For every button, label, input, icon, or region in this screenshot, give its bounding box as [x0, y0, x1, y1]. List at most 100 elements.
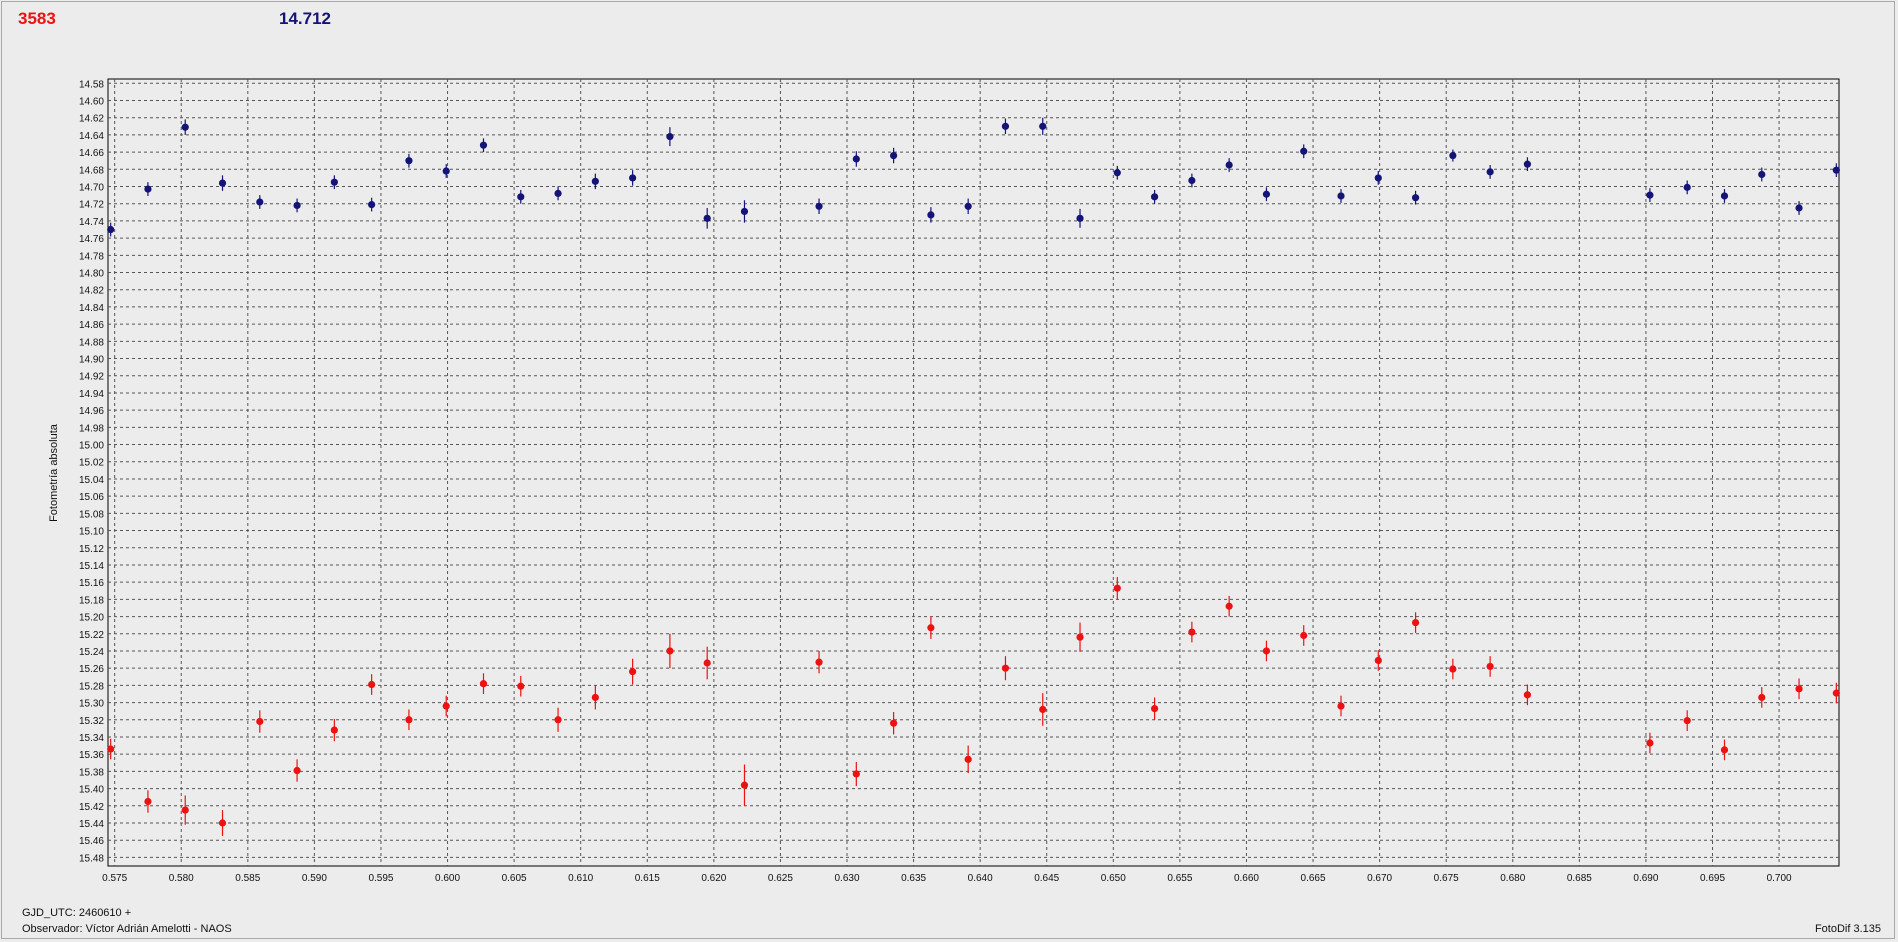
- red-data-point: [1449, 665, 1457, 673]
- x-tick-label: 0.700: [1767, 873, 1792, 884]
- x-tick-label: 0.670: [1367, 873, 1392, 884]
- red-data-point: [1795, 685, 1803, 693]
- x-tick-label: 0.585: [235, 873, 260, 884]
- red-data-point: [181, 806, 189, 814]
- y-tick-label: 15.32: [79, 716, 104, 727]
- red-data-point: [629, 668, 637, 676]
- y-tick-label: 14.72: [79, 200, 104, 211]
- blue-data-point: [330, 178, 338, 186]
- x-tick-label: 0.620: [701, 873, 726, 884]
- y-tick-label: 15.42: [79, 802, 104, 813]
- blue-data-point: [554, 189, 562, 197]
- red-data-point: [144, 797, 152, 806]
- y-tick-label: 14.82: [79, 286, 104, 297]
- y-tick-label: 14.68: [79, 165, 104, 176]
- red-data-point: [1225, 602, 1233, 610]
- blue-data-point: [181, 123, 189, 131]
- observer-label: Observador: Víctor Adrián Amelotti - NAO…: [22, 923, 232, 935]
- y-tick-label: 15.24: [79, 647, 104, 658]
- y-tick-label: 14.96: [79, 406, 104, 417]
- blue-data-point: [479, 141, 488, 149]
- blue-data-point: [890, 151, 898, 160]
- red-data-point: [1113, 584, 1121, 592]
- blue-data-point: [1832, 166, 1840, 174]
- blue-data-point: [144, 185, 152, 193]
- blue-data-point: [591, 177, 599, 185]
- red-data-point: [1150, 705, 1159, 713]
- y-tick-label: 14.80: [79, 269, 104, 280]
- y-tick-label: 15.12: [79, 544, 104, 555]
- x-tick-label: 0.655: [1167, 873, 1192, 884]
- x-tick-label: 0.595: [368, 873, 393, 884]
- blue-data-point: [1646, 191, 1654, 199]
- y-tick-label: 15.04: [79, 475, 104, 486]
- red-data-point: [442, 702, 450, 710]
- red-data-point: [1832, 689, 1840, 697]
- y-tick-label: 15.44: [79, 819, 104, 830]
- x-tick-label: 0.630: [834, 873, 859, 884]
- blue-data-point: [666, 133, 674, 141]
- red-data-point: [218, 819, 227, 827]
- gjd-label: GJD_UTC: 2460610 +: [22, 907, 132, 919]
- x-tick-label: 0.600: [435, 873, 460, 884]
- blue-data-point: [1225, 161, 1233, 169]
- blue-data-point: [405, 157, 413, 165]
- y-tick-label: 15.00: [79, 441, 104, 452]
- red-data-point: [256, 717, 264, 726]
- blue-data-point: [1486, 168, 1494, 176]
- y-tick-label: 15.20: [79, 613, 104, 624]
- red-data-point: [554, 716, 562, 724]
- y-tick-label: 15.30: [79, 699, 104, 710]
- y-tick-label: 14.58: [79, 79, 104, 90]
- blue-data-point: [1337, 192, 1345, 200]
- blue-data-point: [517, 193, 525, 201]
- red-data-point: [1374, 656, 1382, 665]
- blue-data-point: [1150, 193, 1159, 201]
- red-data-point: [1411, 618, 1420, 627]
- blue-data-point: [368, 200, 376, 209]
- red-data-point: [1683, 717, 1691, 725]
- red-data-point: [1646, 739, 1654, 747]
- blue-data-point: [1188, 176, 1196, 185]
- y-tick-label: 14.78: [79, 251, 104, 262]
- blue-data-point: [1411, 194, 1420, 202]
- photometry-chart: 14.58 14.60 14.62 14.64 14.66 14.68 14.70 14.72…: [48, 78, 1840, 884]
- red-data-point: [852, 770, 860, 778]
- x-tick-label: 0.690: [1633, 873, 1658, 884]
- x-tick-label: 0.590: [302, 873, 327, 884]
- blue-data-point: [852, 155, 860, 163]
- y-tick-label: 14.84: [79, 303, 104, 314]
- y-tick-label: 14.66: [79, 148, 104, 159]
- red-data-point: [368, 680, 376, 689]
- red-data-point: [1039, 705, 1047, 714]
- red-data-point: [1720, 746, 1729, 754]
- x-tick-label: 0.685: [1567, 873, 1592, 884]
- red-data-point: [666, 647, 674, 655]
- x-tick-label: 0.680: [1500, 873, 1525, 884]
- red-data-point: [1076, 633, 1084, 641]
- blue-data-point: [107, 225, 115, 234]
- blue-data-point: [703, 214, 711, 222]
- x-tick-label: 0.665: [1301, 873, 1326, 884]
- blue-data-point: [218, 179, 227, 187]
- blue-data-point: [1758, 170, 1766, 179]
- y-tick-label: 15.34: [79, 733, 104, 744]
- blue-data-point: [1300, 147, 1308, 155]
- red-data-point: [815, 658, 823, 666]
- red-data-point: [890, 719, 898, 727]
- y-tick-label: 14.64: [79, 131, 104, 142]
- version-label: FotoDif 3.135: [1814, 923, 1881, 935]
- y-tick-label: 15.10: [79, 527, 104, 538]
- blue-data-point: [629, 174, 637, 182]
- y-tick-label: 15.08: [79, 509, 104, 520]
- x-tick-label: 0.605: [502, 873, 527, 884]
- blue-data-point: [1113, 169, 1121, 177]
- blue-data-point: [740, 207, 749, 216]
- y-tick-label: 14.90: [79, 355, 104, 366]
- red-data-point: [1337, 702, 1345, 710]
- red-data-point: [964, 755, 972, 763]
- x-tick-label: 0.645: [1034, 873, 1059, 884]
- blue-data-point: [1683, 183, 1691, 191]
- red-data-point: [703, 659, 711, 667]
- blue-data-point: [1720, 192, 1729, 200]
